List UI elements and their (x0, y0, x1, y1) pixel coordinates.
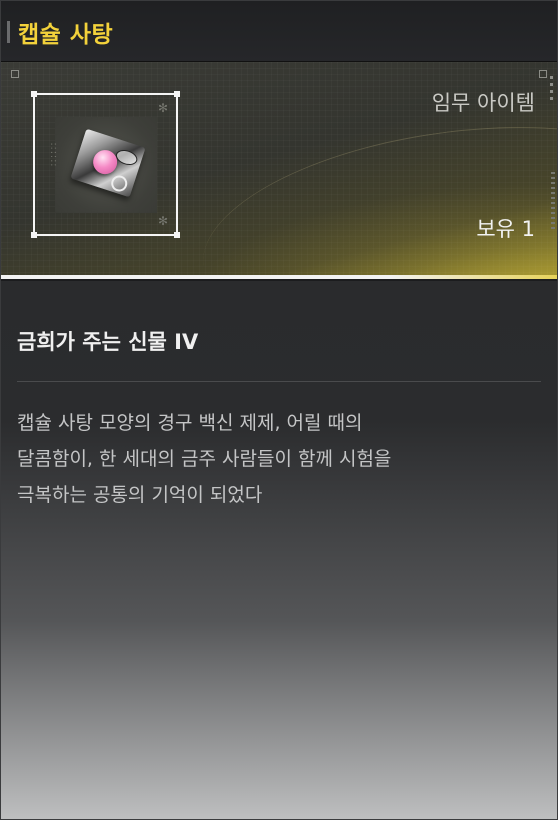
header-divider (1, 279, 557, 281)
side-bars-decoration (551, 172, 555, 232)
frame-bracket (31, 91, 37, 97)
item-detail-card: 캡슐 사탕 ✻ ✻ ∷∷∷ 임무 아이템 보유 1 금희가 주는 신물 IV 캡… (0, 0, 558, 820)
gear-icon: ✻ (157, 214, 168, 228)
frame-bracket (31, 232, 37, 238)
corner-mark (11, 70, 19, 78)
item-subtitle: 금희가 주는 신물 IV (17, 330, 199, 354)
frame-bracket (174, 91, 180, 97)
title-bar: 캡슐 사탕 (1, 1, 557, 62)
item-header-panel: ✻ ✻ ∷∷∷ 임무 아이템 보유 1 (1, 62, 557, 279)
owned-count: 보유 1 (476, 217, 535, 241)
description-line: 극복하는 공통의 기억이 되었다 (17, 484, 263, 506)
item-icon-frame: ✻ ✻ ∷∷∷ (31, 91, 180, 238)
title-accent-bar (7, 21, 10, 43)
item-title: 캡슐 사탕 (18, 22, 114, 48)
subtitle-rule (17, 381, 541, 382)
gear-icon: ✻ (157, 101, 168, 115)
side-dots-decoration (549, 76, 555, 104)
item-side-decoration: ∷∷∷ (47, 143, 58, 169)
description-line: 달콤함이, 한 세대의 금주 사람들이 함께 시험을 (17, 448, 392, 470)
frame-bracket (174, 232, 180, 238)
item-description: 캡슐 사탕 모양의 경구 백신 제제, 어릴 때의 달콤함이, 한 세대의 금주… (17, 405, 542, 513)
corner-mark (539, 70, 547, 78)
description-line: 캡슐 사탕 모양의 경구 백신 제제, 어릴 때의 (17, 412, 363, 434)
item-category: 임무 아이템 (431, 91, 535, 115)
